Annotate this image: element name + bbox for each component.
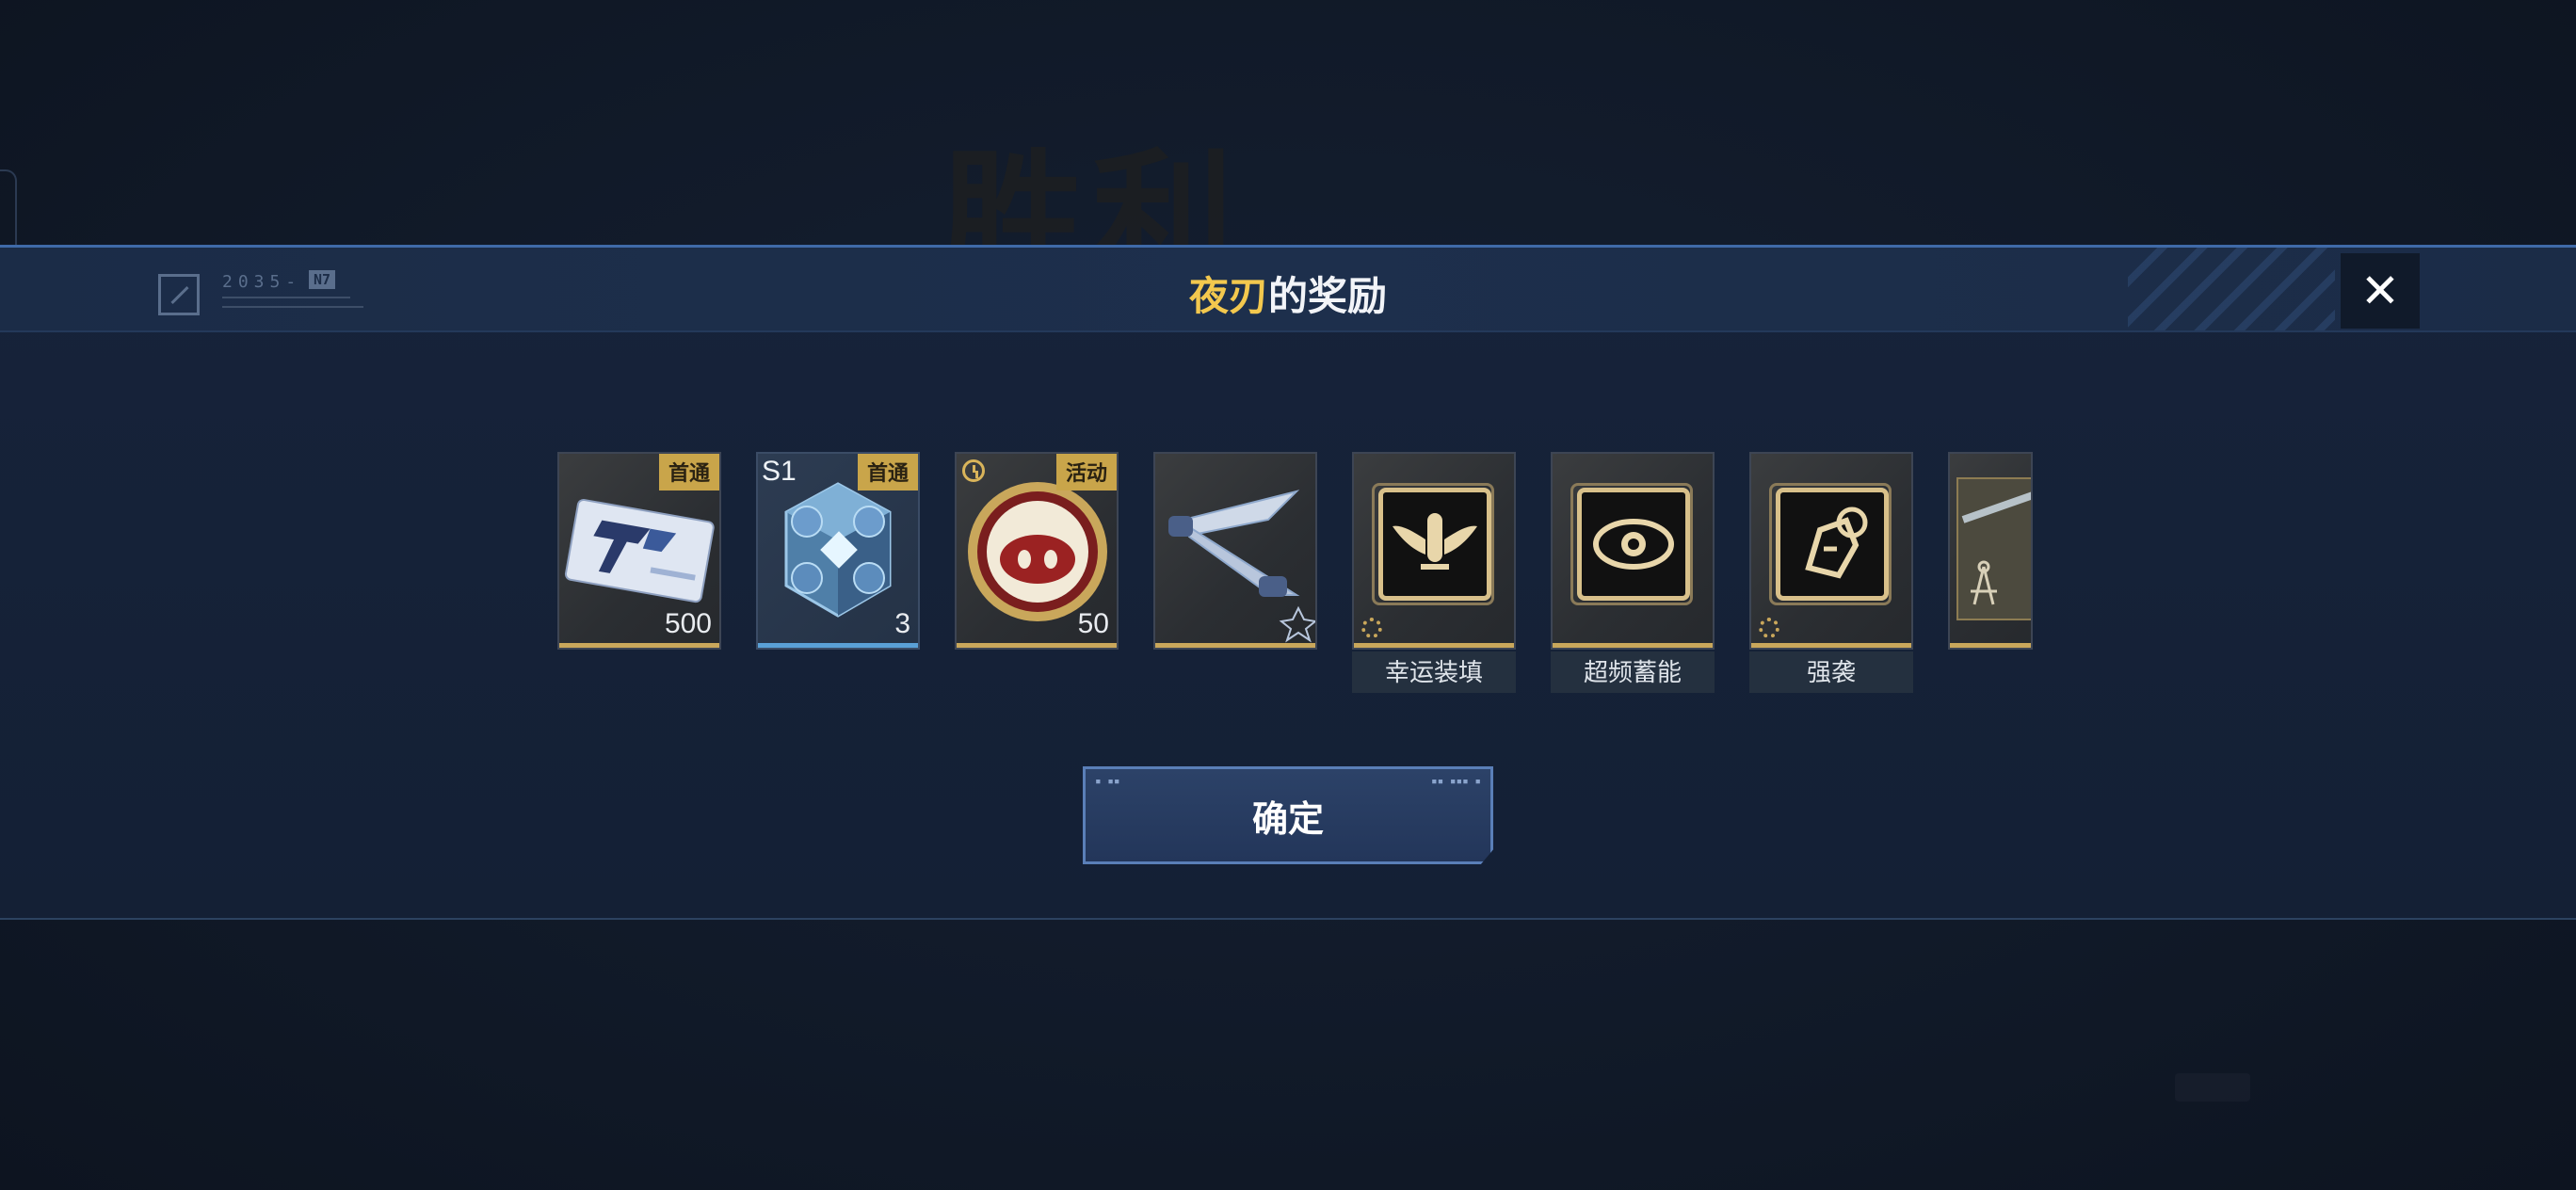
gear-icon (1361, 618, 1382, 638)
item-quantity: 3 (894, 608, 910, 639)
reward-title-suffix: 的奖励 (1268, 274, 1388, 318)
clock-icon (962, 459, 985, 482)
blueprint-icon (1956, 477, 2031, 620)
confirm-label: 确定 (1251, 799, 1324, 840)
first-clear-badge: 首通 (658, 454, 719, 490)
item-quantity: 500 (664, 608, 712, 639)
dual-blade-icon (1168, 490, 1315, 643)
rarity-bar (1751, 643, 1911, 648)
reward-item[interactable] (1948, 452, 2033, 650)
reward-title: 夜刃的奖励 (0, 265, 2576, 322)
reward-header: 2035- N7 夜刃的奖励 ✕ (0, 248, 2576, 332)
confirm-button[interactable]: ▪ ▪▪ ▪▪ ▪▪▪ ▪ 确定 (1083, 766, 1493, 864)
game-screen: 胜利 2035- N7 夜刃的奖励 ✕ 首通 500 S1 首通 3 活动 50… (0, 0, 2576, 1190)
item-label: 超频蓄能 (1551, 651, 1715, 693)
background-bottom-button (2175, 1073, 2250, 1102)
reward-item[interactable]: 首通 500 (557, 452, 721, 650)
reward-item[interactable] (1153, 452, 1317, 650)
eye-emblem-icon (1570, 483, 1693, 605)
rarity-bar (1553, 643, 1713, 648)
gear-icon (1759, 618, 1779, 638)
season-label: S1 (762, 456, 797, 487)
rarity-bar (559, 643, 719, 648)
close-button[interactable]: ✕ (2341, 253, 2420, 329)
rarity-bar (1950, 643, 2031, 648)
reward-item[interactable]: 活动 50 (955, 452, 1119, 650)
first-clear-badge: 首通 (857, 454, 918, 490)
event-badge: 活动 (1055, 454, 1117, 490)
rarity-bar (1155, 643, 1315, 648)
rarity-bar (957, 643, 1117, 648)
bomb-emblem-icon (1769, 483, 1892, 605)
item-label: 幸运装填 (1352, 651, 1516, 693)
button-deco-right: ▪▪ ▪▪▪ ▪ (1431, 775, 1481, 787)
reward-item[interactable] (1749, 452, 1913, 650)
rarity-bar (758, 643, 918, 648)
reward-item[interactable] (1551, 452, 1715, 650)
reward-item[interactable] (1352, 452, 1516, 650)
item-label: 强袭 (1749, 651, 1913, 693)
close-icon: ✕ (2360, 265, 2400, 317)
winged-bullet-icon (1372, 483, 1494, 605)
reward-item[interactable]: S1 首通 3 (756, 452, 920, 650)
character-name: 夜刃 (1188, 274, 1268, 318)
item-quantity: 50 (1077, 608, 1109, 639)
button-deco-left: ▪ ▪▪ (1095, 775, 1120, 787)
rarity-bar (1354, 643, 1514, 648)
